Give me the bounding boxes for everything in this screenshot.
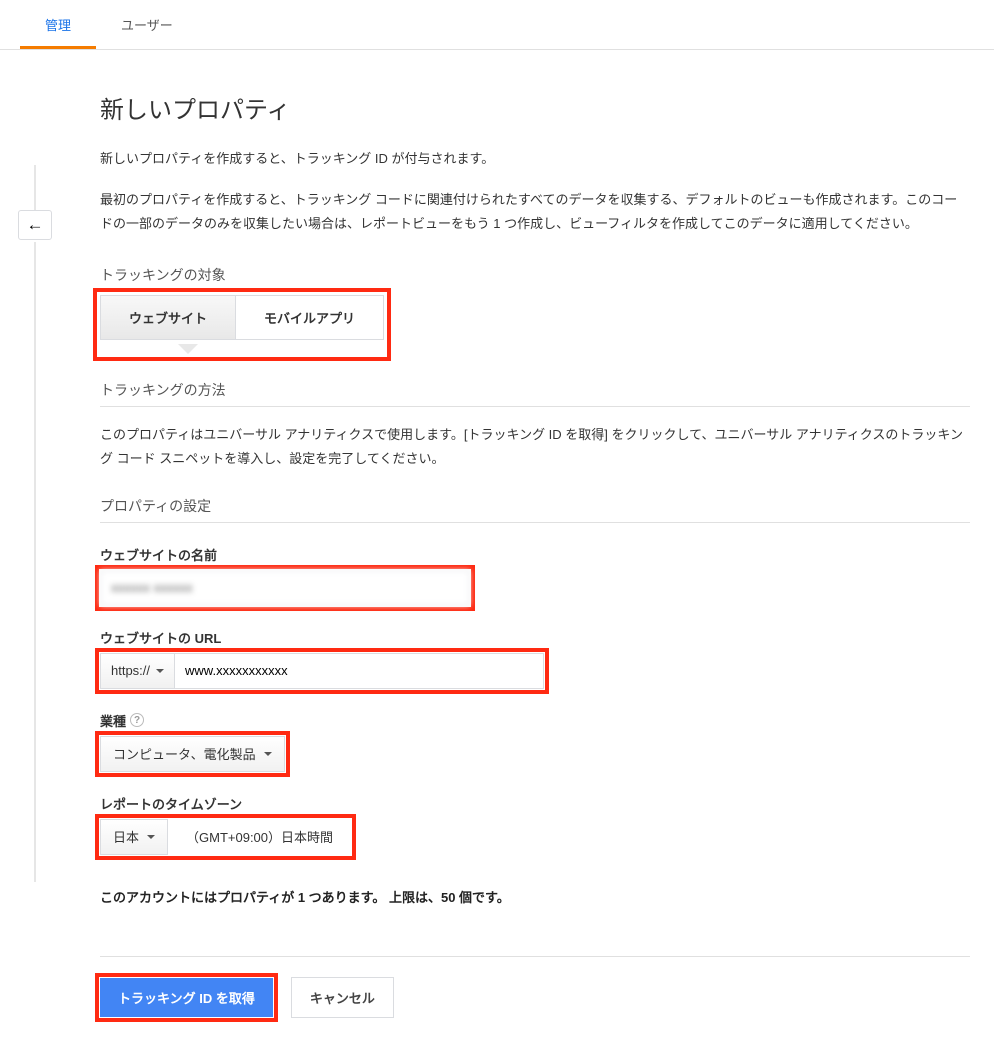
protocol-select[interactable]: https:// [100, 653, 174, 689]
page-desc-1: 新しいプロパティを作成すると、トラッキング ID が付与されます。 [100, 147, 970, 170]
tracking-target-label: トラッキングの対象 [100, 265, 970, 285]
tracking-method-header: トラッキングの方法 [100, 380, 970, 407]
stepper-line [34, 165, 36, 211]
timezone-label: レポートのタイムゾーン [100, 794, 970, 813]
site-name-label: ウェブサイトの名前 [100, 545, 970, 564]
site-url-label: ウェブサイトの URL [100, 628, 970, 647]
cancel-button[interactable]: キャンセル [291, 977, 394, 1018]
timezone-country-value: 日本 [113, 827, 139, 846]
get-tracking-id-button[interactable]: トラッキング ID を取得 [100, 978, 273, 1017]
industry-select[interactable]: コンピュータ、電化製品 [100, 736, 285, 772]
chevron-down-icon [264, 752, 272, 756]
top-tabs: 管理 ユーザー [0, 0, 994, 50]
tab-admin[interactable]: 管理 [20, 0, 96, 49]
help-icon[interactable]: ? [130, 713, 144, 727]
industry-label-text: 業種 [100, 711, 126, 730]
divider [100, 956, 970, 957]
site-url-input[interactable] [174, 653, 544, 689]
account-property-note: このアカウントにはプロパティが 1 つあります。 上限は、50 個です。 [100, 887, 970, 906]
tab-user[interactable]: ユーザー [96, 0, 198, 49]
industry-label: 業種 ? [100, 711, 970, 730]
site-name-input[interactable] [100, 570, 470, 606]
stepper-line [34, 242, 36, 882]
tracking-method-desc: このプロパティはユニバーサル アナリティクスで使用します。[トラッキング ID … [100, 423, 970, 470]
toggle-website[interactable]: ウェブサイト [100, 295, 235, 340]
toggle-mobile-app[interactable]: モバイルアプリ [235, 295, 384, 340]
tracking-target-toggle: ウェブサイト モバイルアプリ [100, 295, 384, 340]
industry-value: コンピュータ、電化製品 [113, 744, 256, 763]
back-button[interactable]: ← [18, 210, 52, 240]
toggle-caret-icon [178, 344, 198, 354]
back-arrow-icon: ← [27, 215, 44, 235]
timezone-country-select[interactable]: 日本 [100, 819, 168, 855]
property-settings-header: プロパティの設定 [100, 496, 970, 523]
timezone-value: （GMT+09:00）日本時間 [168, 819, 351, 855]
protocol-value: https:// [111, 663, 150, 678]
chevron-down-icon [147, 835, 155, 839]
page-desc-2: 最初のプロパティを作成すると、トラッキング コードに関連付けられたすべてのデータ… [100, 188, 970, 235]
chevron-down-icon [156, 669, 164, 673]
page-title: 新しいプロパティ [100, 90, 970, 125]
